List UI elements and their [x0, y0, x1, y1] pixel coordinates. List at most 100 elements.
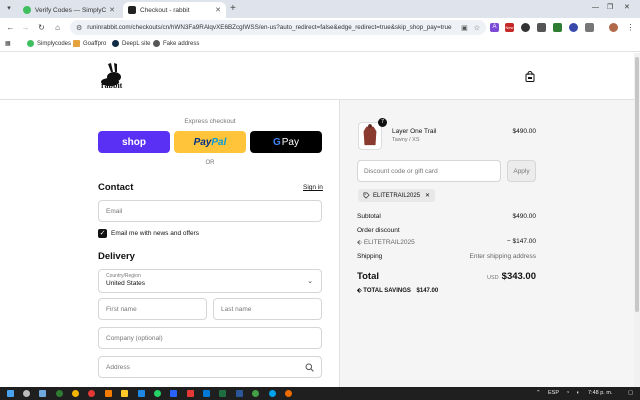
forward-icon[interactable]: →: [20, 22, 31, 33]
app-icon-16[interactable]: [269, 390, 276, 397]
google-pay-label: Pay: [281, 136, 299, 148]
address-bar[interactable]: ⚙ runinrabbit.com/checkouts/cn/hWN3Fa9RA…: [70, 20, 486, 35]
google-pay-button[interactable]: G Pay: [250, 131, 322, 153]
close-tab-icon[interactable]: ✕: [109, 6, 115, 14]
app-icon-12[interactable]: [203, 390, 210, 397]
shopping-bag-icon[interactable]: [525, 71, 535, 82]
remove-code-icon[interactable]: ✕: [425, 192, 430, 199]
edge-icon[interactable]: [56, 390, 63, 397]
app-icon-15[interactable]: [252, 390, 259, 397]
search-icon[interactable]: [305, 363, 314, 372]
page-scrollbar[interactable]: [634, 53, 640, 387]
search-icon[interactable]: [23, 390, 30, 397]
close-window-icon[interactable]: ✕: [624, 3, 630, 13]
extension-a-icon[interactable]: A: [490, 23, 499, 32]
email-placeholder: Email: [106, 207, 123, 215]
sign-in-link[interactable]: Sign in: [303, 184, 323, 191]
close-tab-icon[interactable]: ✕: [215, 6, 221, 14]
discount-value: − $147.00: [506, 238, 536, 245]
country-label: Country/Region: [106, 273, 141, 279]
home-icon[interactable]: ⌂: [52, 22, 63, 33]
address-field[interactable]: Address: [98, 356, 322, 378]
express-checkout-label: Express checkout: [184, 118, 236, 125]
notifications-icon[interactable]: ▢: [628, 390, 633, 397]
reload-icon[interactable]: ↻: [36, 22, 47, 33]
subtotal-label: Subtotal: [357, 213, 381, 220]
shipping-value: Enter shipping address: [469, 253, 537, 260]
discount-code-input[interactable]: Discount code or gift card: [357, 160, 501, 182]
extension-shield-icon[interactable]: [569, 23, 578, 32]
tab-checkout-rabbit[interactable]: Checkout - rabbit ✕: [123, 2, 226, 18]
shop-pay-label: shop: [122, 136, 146, 148]
clock-text[interactable]: 7:48 p. m.: [588, 390, 612, 397]
apply-button[interactable]: Apply: [507, 160, 536, 182]
app-icon-8[interactable]: [138, 390, 145, 397]
simplycodes-icon: [27, 40, 34, 47]
discount-tag-icon: ⬖: [357, 239, 362, 246]
back-icon[interactable]: ←: [5, 22, 16, 33]
rabbit-favicon-icon: [128, 6, 136, 14]
opera-icon[interactable]: [88, 390, 95, 397]
last-name-field[interactable]: Last name: [213, 298, 322, 320]
app-icon-17[interactable]: [285, 390, 292, 397]
bookmark-simplycodes[interactable]: Simplycodes: [27, 40, 71, 47]
scrollbar-thumb[interactable]: [635, 57, 639, 312]
browser-menu-icon[interactable]: ⋮: [625, 22, 636, 33]
product-price: $490.00: [512, 128, 537, 135]
whatsapp-icon[interactable]: [154, 390, 161, 397]
company-field[interactable]: Company (optional): [98, 327, 322, 349]
applied-code-chip: ELITETRAIL2025 ✕: [358, 189, 436, 202]
google-g-icon: G: [272, 136, 281, 148]
checkout-header: rabbit: [0, 53, 634, 100]
app-icon-10[interactable]: [170, 390, 177, 397]
shop-pay-button[interactable]: shop: [98, 131, 170, 153]
minimize-icon[interactable]: —: [592, 3, 599, 13]
extensions-puzzle-icon[interactable]: [585, 23, 594, 32]
newsletter-checkbox[interactable]: ✓: [98, 229, 107, 238]
extension-circle-icon[interactable]: [521, 23, 530, 32]
bookmark-fake-address[interactable]: Fake address: [153, 40, 199, 47]
profile-avatar[interactable]: [609, 23, 618, 32]
bookmark-label: Goaffpro: [83, 40, 107, 47]
extension-new-icon[interactable]: New: [505, 23, 514, 32]
tray-language[interactable]: ESP: [548, 390, 559, 397]
extension-grid-icon[interactable]: [553, 23, 562, 32]
order-summary: 7 Layer One Trail Tawny / XS $490.00 Dis…: [339, 100, 634, 387]
country-select[interactable]: Country/Region United States ⌄: [98, 269, 322, 293]
file-explorer-icon[interactable]: [121, 390, 128, 397]
total-savings-row: ⬖ TOTAL SAVINGS $147.00: [357, 287, 536, 294]
excel-icon[interactable]: [219, 390, 226, 397]
total-row: Total USD $343.00: [357, 271, 536, 282]
discount-code-row: ⬖ ELITETRAIL2025 − $147.00: [357, 238, 536, 246]
order-discount-row: Order discount: [357, 227, 536, 234]
paypal-button[interactable]: Pay Pal: [174, 131, 246, 153]
first-name-field[interactable]: First name: [98, 298, 207, 320]
wifi-icon[interactable]: ◔: [566, 390, 569, 397]
install-app-icon[interactable]: ▣: [461, 24, 468, 32]
email-field[interactable]: Email: [98, 200, 322, 222]
new-tab-button[interactable]: +: [230, 3, 236, 15]
volume-icon[interactable]: ◖: [576, 390, 579, 397]
app-icon-6[interactable]: [105, 390, 112, 397]
word-icon[interactable]: [236, 390, 243, 397]
task-view-icon[interactable]: [39, 390, 46, 397]
tab-search-icon[interactable]: ▾: [4, 4, 14, 14]
bookmark-star-icon[interactable]: ☆: [474, 24, 480, 32]
app-icon-11[interactable]: [187, 390, 194, 397]
bookmark-deepl[interactable]: DeepL site: [112, 40, 150, 47]
site-info-icon[interactable]: ⚙: [76, 24, 82, 32]
extension-edit-icon[interactable]: [537, 23, 546, 32]
subtotal-value: $490.00: [512, 213, 537, 220]
start-icon[interactable]: [7, 390, 14, 397]
savings-tag-icon: ⬖: [357, 288, 362, 294]
maximize-icon[interactable]: ❐: [607, 3, 613, 13]
bookmark-label: Fake address: [163, 40, 200, 47]
tab-simplycodes[interactable]: Verify Codes — SimplyCodes ✕: [18, 2, 120, 18]
url-text[interactable]: runinrabbit.com/checkouts/cn/hWN3Fa9RAlq…: [87, 24, 455, 31]
chrome-icon[interactable]: [72, 390, 79, 397]
apps-grid-icon[interactable]: ▦: [5, 40, 11, 47]
goaffpro-icon: [73, 40, 80, 47]
or-divider: OR: [205, 160, 215, 166]
tray-chevron-icon[interactable]: ⌃: [536, 390, 541, 397]
bookmark-goaffpro[interactable]: Goaffpro: [73, 40, 106, 47]
